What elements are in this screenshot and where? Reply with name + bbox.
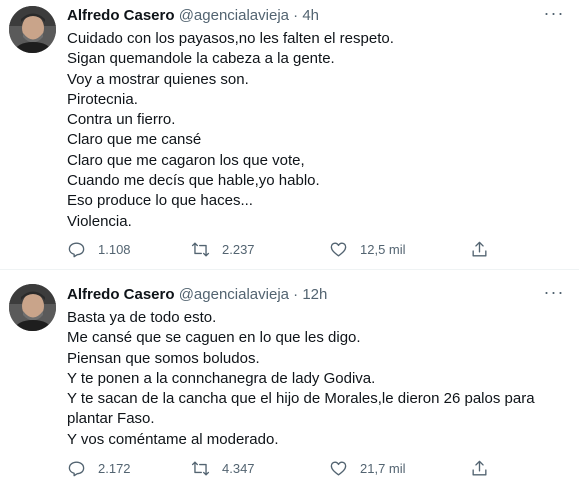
tweet-actions: 1.108 2.237 12,5 mil [67, 238, 565, 260]
author-handle[interactable]: @agencialavieja [179, 7, 289, 24]
tweet-line: Claro que me cagaron los que vote, [67, 151, 305, 169]
share-button[interactable] [470, 238, 489, 260]
tweet-line: Y te sacan de la cancha que el hijo de M… [67, 390, 535, 408]
tweet-line: Y te ponen a la connchanegra de lady God… [67, 369, 376, 387]
reply-icon [68, 241, 85, 257]
retweet-icon [191, 460, 210, 476]
more-options-icon[interactable]: ··· [543, 4, 565, 26]
tweet-line: Me cansé que se caguen en lo que les dig… [67, 329, 361, 347]
share-icon [472, 241, 487, 257]
retweet-button[interactable]: 2.237 [191, 238, 255, 260]
reply-icon [68, 460, 85, 476]
tweet-timestamp[interactable]: 12h [302, 286, 327, 303]
avatar-photo [9, 284, 56, 331]
tweet-header: Alfredo Casero @agencialavieja · 4h [67, 7, 539, 25]
tweet-line: Cuidado con los payasos,no les falten el… [67, 30, 394, 47]
like-button[interactable]: 21,7 mil [329, 457, 406, 479]
tweet-text: Basta ya de todo esto. Me cansé que se c… [67, 308, 565, 450]
like-button[interactable]: 12,5 mil [329, 238, 406, 260]
tweet-line: Contra un fierro. [67, 111, 176, 129]
tweet-line: plantar Faso. [67, 410, 155, 428]
tweet-line: Violencia. [67, 212, 132, 230]
tweet-header: Alfredo Casero @agencialavieja · 12h [67, 286, 539, 304]
tweet[interactable]: Alfredo Casero @agencialavieja · 12h ···… [0, 270, 579, 498]
author-name[interactable]: Alfredo Casero [67, 7, 175, 24]
tweet-line: Voy a mostrar quienes son. [67, 70, 249, 88]
share-button[interactable] [470, 457, 489, 479]
like-count: 12,5 mil [360, 241, 406, 257]
tweet-line: Sigan quemandole la cabeza a la gente. [67, 50, 335, 68]
like-heart-icon [330, 460, 347, 476]
retweet-icon [191, 241, 210, 257]
avatar[interactable] [9, 284, 56, 331]
tweet-timestamp[interactable]: 4h [302, 7, 319, 24]
reply-count: 1.108 [98, 241, 131, 257]
author-handle[interactable]: @agencialavieja [179, 286, 289, 303]
separator-dot: · [293, 286, 299, 303]
share-icon [472, 460, 487, 476]
retweet-count: 4.347 [222, 460, 255, 476]
tweet-line: Pirotecnia. [67, 90, 138, 108]
tweet-line: Basta ya de todo esto. [67, 309, 217, 326]
avatar-photo [9, 6, 56, 53]
tweet-line: Piensan que somos boludos. [67, 349, 260, 367]
author-name[interactable]: Alfredo Casero [67, 286, 175, 303]
avatar[interactable] [9, 6, 56, 53]
tweet-line: Cuando me decís que hable,yo hablo. [67, 172, 320, 190]
tweet-line: Eso produce lo que haces... [67, 192, 253, 210]
separator-dot: · [293, 7, 299, 24]
reply-button[interactable]: 2.172 [67, 457, 131, 479]
like-count: 21,7 mil [360, 460, 406, 476]
more-options-icon[interactable]: ··· [543, 283, 565, 305]
tweet-line: Y vos coméntame al moderado. [67, 430, 279, 448]
tweet[interactable]: Alfredo Casero @agencialavieja · 4h ··· … [0, 0, 579, 270]
tweet-actions: 2.172 4.347 21,7 mil [67, 457, 565, 479]
tweet-line: Claro que me cansé [67, 131, 202, 149]
like-heart-icon [330, 241, 347, 257]
tweet-text: Cuidado con los payasos,no les falten el… [67, 29, 565, 232]
retweet-count: 2.237 [222, 241, 255, 257]
retweet-button[interactable]: 4.347 [191, 457, 255, 479]
reply-count: 2.172 [98, 460, 131, 476]
reply-button[interactable]: 1.108 [67, 238, 131, 260]
